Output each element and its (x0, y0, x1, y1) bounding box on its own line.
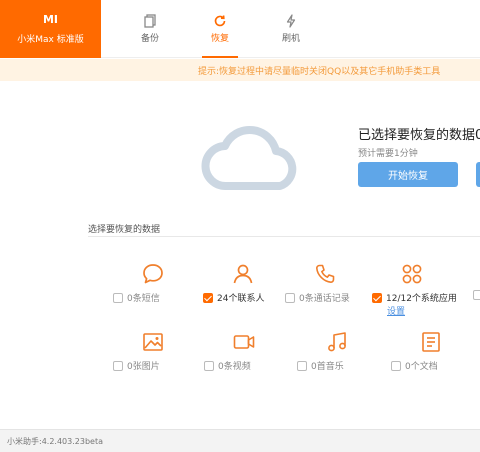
category-documents-row: 0个文档 (391, 359, 438, 372)
apps-settings-link[interactable]: 设置 (387, 304, 405, 317)
category-videos-row: 0条视频 (204, 359, 251, 372)
selection-title: 已选择要恢复的数据0. (358, 128, 480, 143)
category-contacts-row: 24个联系人 (203, 291, 264, 304)
music-checkbox[interactable] (297, 360, 307, 371)
device-title: 小米Max 标准版 (17, 35, 84, 45)
category-images-row: 0张图片 (113, 359, 160, 372)
tab-flash[interactable]: 刷机 (261, 0, 321, 58)
apps-checkbox[interactable] (372, 292, 382, 303)
images-label: 0张图片 (127, 362, 160, 372)
music-icon (328, 332, 346, 352)
category-calls-row: 0条通话记录 (285, 291, 350, 304)
category-images[interactable]: 0张图片 (113, 330, 193, 390)
category-apps[interactable]: 12/12个系统应用 (372, 262, 457, 322)
mi-logo: MI (42, 13, 59, 26)
start-restore-button[interactable]: 开始恢复 (358, 162, 458, 187)
document-icon (422, 332, 440, 352)
calls-checkbox[interactable] (285, 292, 295, 303)
videos-label: 0条视频 (218, 362, 251, 372)
image-icon (143, 333, 163, 351)
apps-label: 12/12个系统应用 (386, 294, 457, 304)
restore-icon (190, 14, 250, 28)
calls-label: 0条通话记录 (299, 294, 350, 304)
status-bar: 小米助手:4.2.403.23beta (0, 429, 480, 452)
notice-text: 提示:恢复过程中请尽量临时关闭QQ以及其它手机助手类工具 (198, 67, 441, 77)
selection-subtitle: 预计需要1分钟 (358, 149, 418, 159)
category-videos[interactable]: 0条视频 (204, 330, 284, 390)
videos-checkbox[interactable] (204, 360, 214, 371)
backup-icon (120, 14, 180, 28)
category-sms[interactable]: 0条短信 (113, 262, 193, 322)
message-icon (143, 264, 163, 284)
documents-checkbox[interactable] (391, 360, 401, 371)
cloud-icon (201, 126, 297, 191)
partial-checkbox[interactable] (473, 290, 480, 300)
apps-icon (402, 264, 422, 284)
section-divider (88, 236, 480, 237)
category-calls[interactable]: 0条通话记录 (285, 262, 365, 322)
sms-label: 0条短信 (127, 294, 160, 304)
notice-bar: 提示:恢复过程中请尽量临时关闭QQ以及其它手机助手类工具 (0, 59, 480, 81)
flash-icon (261, 14, 321, 28)
secondary-button-edge[interactable] (476, 162, 480, 187)
top-bar: MI 小米Max 标准版 备份 恢复 刷机 (0, 0, 480, 58)
phone-icon (316, 264, 335, 283)
category-documents[interactable]: 0个文档 (391, 330, 471, 390)
tab-backup-label: 备份 (140, 34, 159, 44)
sms-checkbox[interactable] (113, 292, 123, 303)
category-contacts[interactable]: 24个联系人 (203, 262, 283, 322)
music-label: 0首音乐 (311, 362, 344, 372)
contacts-checkbox[interactable] (203, 292, 213, 303)
documents-label: 0个文档 (405, 362, 438, 372)
tab-flash-label: 刷机 (281, 34, 300, 44)
category-sms-row: 0条短信 (113, 291, 160, 304)
tab-restore[interactable]: 恢复 (190, 0, 250, 58)
category-music-row: 0首音乐 (297, 359, 344, 372)
section-label: 选择要恢复的数据 (88, 225, 161, 235)
contacts-label: 24个联系人 (217, 294, 265, 304)
version-text: 小米助手:4.2.403.23beta (7, 437, 103, 446)
contact-icon (233, 264, 253, 284)
category-music[interactable]: 0首音乐 (297, 330, 377, 390)
brand-block: MI 小米Max 标准版 (0, 0, 101, 58)
category-apps-row: 12/12个系统应用 (372, 291, 457, 304)
tab-restore-label: 恢复 (210, 34, 229, 44)
images-checkbox[interactable] (113, 360, 123, 371)
video-icon (233, 335, 255, 349)
tab-backup[interactable]: 备份 (120, 0, 180, 58)
